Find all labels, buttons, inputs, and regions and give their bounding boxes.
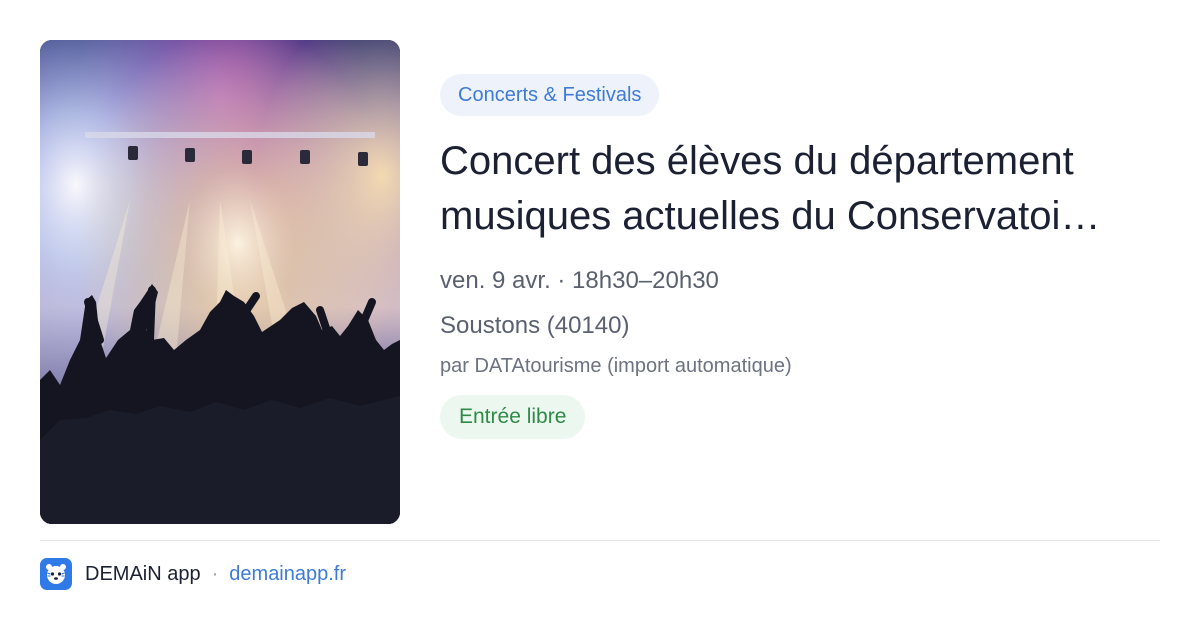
category-tag[interactable]: Concerts & Festivals <box>440 74 660 116</box>
event-location: Soustons (40140) <box>440 312 630 339</box>
price-badge: Entrée libre <box>440 395 586 439</box>
event-source: par DATAtourisme (import automatique) <box>440 355 792 377</box>
footer-divider <box>40 540 1160 541</box>
event-image[interactable] <box>40 40 400 524</box>
event-title[interactable]: Concert des élèves du département musiqu… <box>440 134 1170 244</box>
event-datetime: ven. 9 avr. · 18h30–20h30 <box>440 267 719 294</box>
footer: DEMAiN app · demainapp.fr <box>40 558 346 590</box>
footer-separator: · <box>211 562 219 585</box>
demain-app-icon <box>40 558 72 590</box>
concert-crowd-illustration <box>40 40 400 524</box>
app-name: DEMAiN app <box>85 562 201 585</box>
event-card[interactable]: Concerts & Festivals Concert des élèves … <box>0 0 1200 630</box>
tiger-face-icon <box>46 564 66 584</box>
app-domain-link[interactable]: demainapp.fr <box>229 563 346 586</box>
event-details: Concerts & Festivals Concert des élèves … <box>440 74 1170 439</box>
